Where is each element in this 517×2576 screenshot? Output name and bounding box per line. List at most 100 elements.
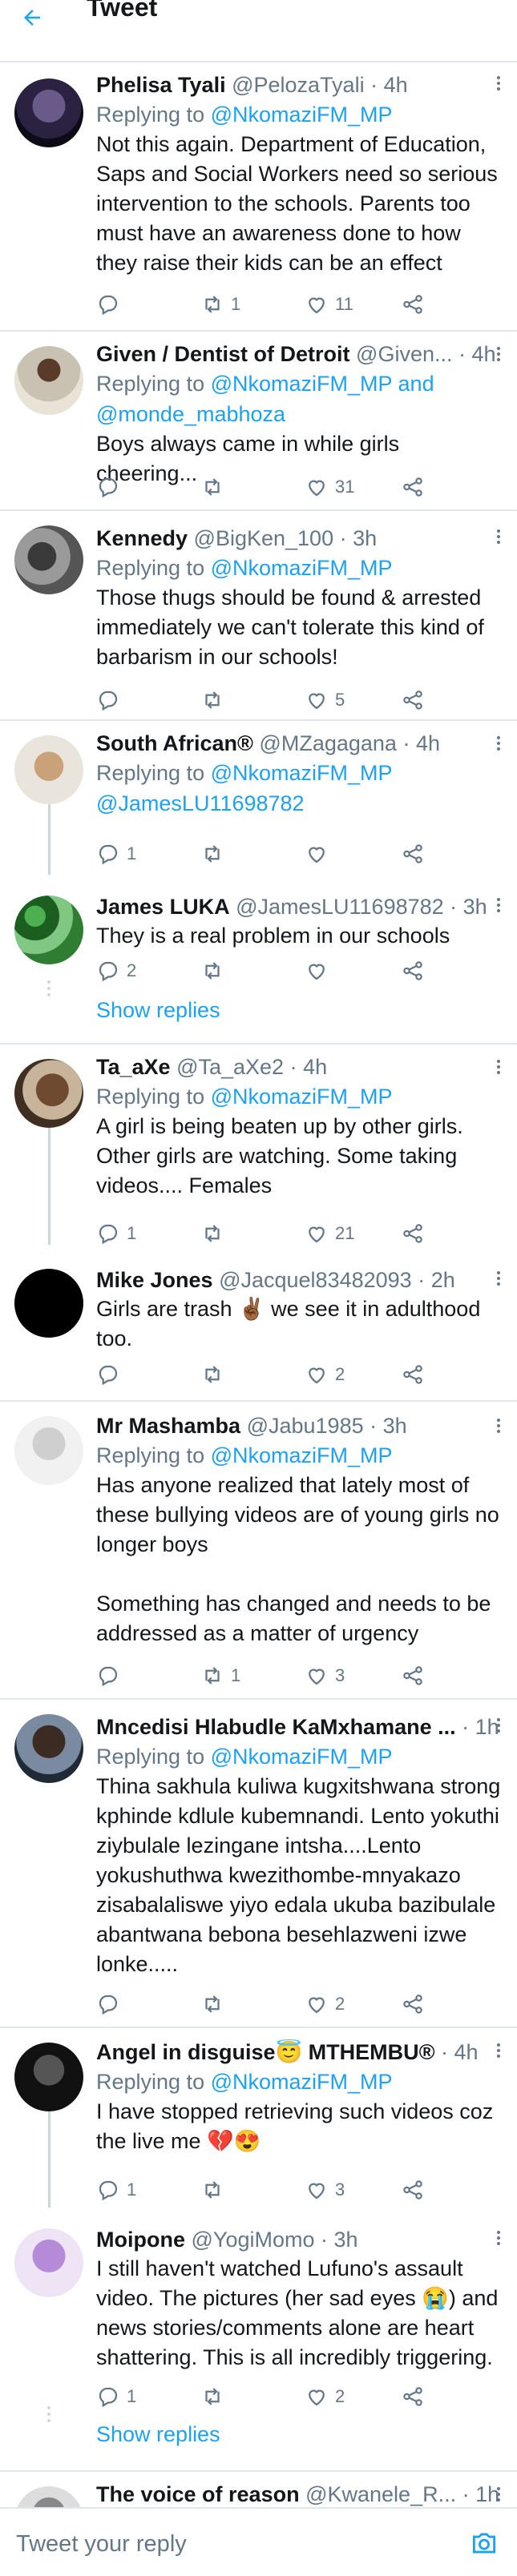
more-options-icon[interactable] <box>495 896 503 920</box>
author-handle[interactable]: @JamesLU11698782 <box>236 895 444 919</box>
tweet[interactable]: Phelisa Tyali @PelozaTyali · 4h Replying… <box>0 64 517 328</box>
more-options-icon[interactable] <box>495 1416 503 1440</box>
mention-link[interactable]: @NkomaziFM_MP <box>211 556 393 580</box>
more-options-icon[interactable] <box>495 2485 503 2507</box>
reply-button[interactable]: 1 <box>96 2382 136 2411</box>
like-button[interactable]: 5 <box>305 686 345 714</box>
retweet-button[interactable] <box>200 1219 224 1248</box>
retweet-button[interactable] <box>200 2382 224 2411</box>
like-button[interactable]: 2 <box>305 1360 345 1389</box>
share-icon[interactable] <box>401 473 425 501</box>
author-handle[interactable]: @PelozaTyali <box>232 73 364 97</box>
author-name[interactable]: Mr Mashamba <box>96 1414 240 1438</box>
reply-button[interactable] <box>96 473 120 501</box>
share-icon[interactable] <box>401 839 425 868</box>
share-icon[interactable] <box>401 686 425 714</box>
author-handle[interactable]: @YogiMomo <box>192 2228 315 2252</box>
avatar[interactable] <box>14 2228 83 2297</box>
share-icon[interactable] <box>401 1990 425 2019</box>
tweet[interactable]: Mr Mashamba @Jabu1985 · 3h Replying to @… <box>0 1402 517 1697</box>
more-options-icon[interactable] <box>495 344 503 368</box>
retweet-button[interactable] <box>200 2176 224 2204</box>
avatar[interactable] <box>14 1714 83 1783</box>
tweet[interactable]: Kennedy @BigKen_100 · 3h Replying to @Nk… <box>0 511 517 716</box>
avatar[interactable] <box>14 2043 83 2111</box>
retweet-button[interactable] <box>200 956 224 985</box>
reply-button[interactable]: 1 <box>96 839 136 868</box>
more-options-icon[interactable] <box>495 734 503 758</box>
more-options-icon[interactable] <box>495 74 503 98</box>
reply-button[interactable] <box>96 1360 120 1389</box>
mention-link[interactable]: @NkomaziFM_MP <box>211 1443 393 1467</box>
retweet-button[interactable] <box>200 473 231 501</box>
share-icon[interactable] <box>401 1661 425 1690</box>
like-button[interactable]: 3 <box>305 1661 345 1690</box>
more-options-icon[interactable] <box>495 2041 503 2065</box>
reply-button[interactable]: 1 <box>96 2176 136 2204</box>
like-button[interactable]: 31 <box>305 473 354 501</box>
tweet[interactable]: James LUKA @JamesLU11698782 · 3h They is… <box>0 881 517 1041</box>
retweet-button[interactable] <box>200 839 224 868</box>
author-name[interactable]: The voice of reason <box>96 2482 300 2506</box>
tweet[interactable]: South African® @MZagagana · 4h Replying … <box>0 721 517 875</box>
avatar[interactable] <box>14 346 83 415</box>
tweet[interactable]: Mike Jones @Jacquel83482093 · 2h Girls a… <box>0 1254 517 1399</box>
author-handle[interactable]: @Ta_aXe2 <box>176 1055 284 1079</box>
author-handle[interactable]: @Jabu1985 <box>247 1414 364 1438</box>
like-button[interactable]: 21 <box>305 1219 354 1248</box>
avatar[interactable] <box>14 525 83 594</box>
author-name[interactable]: Given / Dentist of Detroit <box>96 342 350 366</box>
author-name[interactable]: James LUKA <box>96 895 230 919</box>
author-handle[interactable]: @Jacquel83482093 <box>219 1268 412 1292</box>
like-button[interactable]: 3 <box>305 2176 345 2204</box>
author-handle[interactable]: @BigKen_100 <box>194 526 334 550</box>
avatar[interactable] <box>14 78 83 147</box>
like-button[interactable]: 2 <box>305 2382 345 2411</box>
reply-button[interactable] <box>96 686 120 714</box>
like-button[interactable]: 11 <box>305 290 353 319</box>
share-icon[interactable] <box>401 290 425 319</box>
author-handle[interactable]: @Given... <box>356 342 452 366</box>
reply-button[interactable] <box>96 290 120 319</box>
avatar[interactable] <box>14 1269 83 1338</box>
share-icon[interactable] <box>401 1219 425 1248</box>
reply-button[interactable] <box>96 1661 120 1690</box>
tweet[interactable]: Mncedisi Hlabudle KaMxhamane ... · 1h Re… <box>0 1700 517 2025</box>
mention-link[interactable]: @NkomaziFM_MP <box>211 1085 393 1109</box>
share-icon[interactable] <box>401 956 425 985</box>
reply-button[interactable] <box>96 1990 120 2019</box>
mention-link[interactable]: @NkomaziFM_MP <box>211 1745 393 1769</box>
author-name[interactable]: Mncedisi Hlabudle KaMxhamane ... <box>96 1715 456 1739</box>
more-options-icon[interactable] <box>495 1057 503 1081</box>
reply-button[interactable]: 1 <box>96 1219 136 1248</box>
like-button[interactable] <box>305 839 329 868</box>
avatar[interactable] <box>14 735 83 804</box>
author-name[interactable]: Angel in disguise😇 MTHEMBU® <box>96 2040 435 2064</box>
retweet-button[interactable] <box>200 1360 224 1389</box>
share-icon[interactable] <box>401 2382 425 2411</box>
tweet[interactable]: The voice of reason @Kwanele_R... · 1h <box>0 2472 517 2507</box>
like-button[interactable]: 2 <box>305 1990 345 2019</box>
more-options-icon[interactable] <box>495 1716 503 1740</box>
avatar[interactable] <box>14 896 83 964</box>
show-replies-link[interactable]: Show replies <box>96 2422 220 2447</box>
camera-icon[interactable] <box>469 2528 499 2558</box>
share-icon[interactable] <box>401 1360 425 1389</box>
author-name[interactable]: Ta_aXe <box>96 1055 171 1079</box>
reply-input[interactable]: Tweet your reply <box>16 2531 187 2558</box>
like-button[interactable] <box>305 956 329 985</box>
retweet-button[interactable]: 1 <box>200 1661 240 1690</box>
share-icon[interactable] <box>401 2176 425 2204</box>
more-options-icon[interactable] <box>495 1269 503 1293</box>
author-name[interactable]: Kennedy <box>96 526 188 550</box>
tweet[interactable]: Angel in disguise😇 MTHEMBU® · 4h Replyin… <box>0 2028 517 2208</box>
more-options-icon[interactable] <box>495 2228 503 2252</box>
retweet-button[interactable] <box>200 1990 224 2019</box>
author-name[interactable]: Mike Jones <box>96 1268 213 1292</box>
tweet[interactable]: Moipone @YogiMomo · 3h I still haven't w… <box>0 2214 517 2467</box>
retweet-button[interactable]: 1 <box>200 290 240 319</box>
avatar[interactable] <box>14 1059 83 1128</box>
mention-link[interactable]: @NkomaziFM_MP <box>211 103 393 127</box>
author-name[interactable]: Phelisa Tyali <box>96 73 226 97</box>
author-name[interactable]: Moipone <box>96 2228 185 2252</box>
